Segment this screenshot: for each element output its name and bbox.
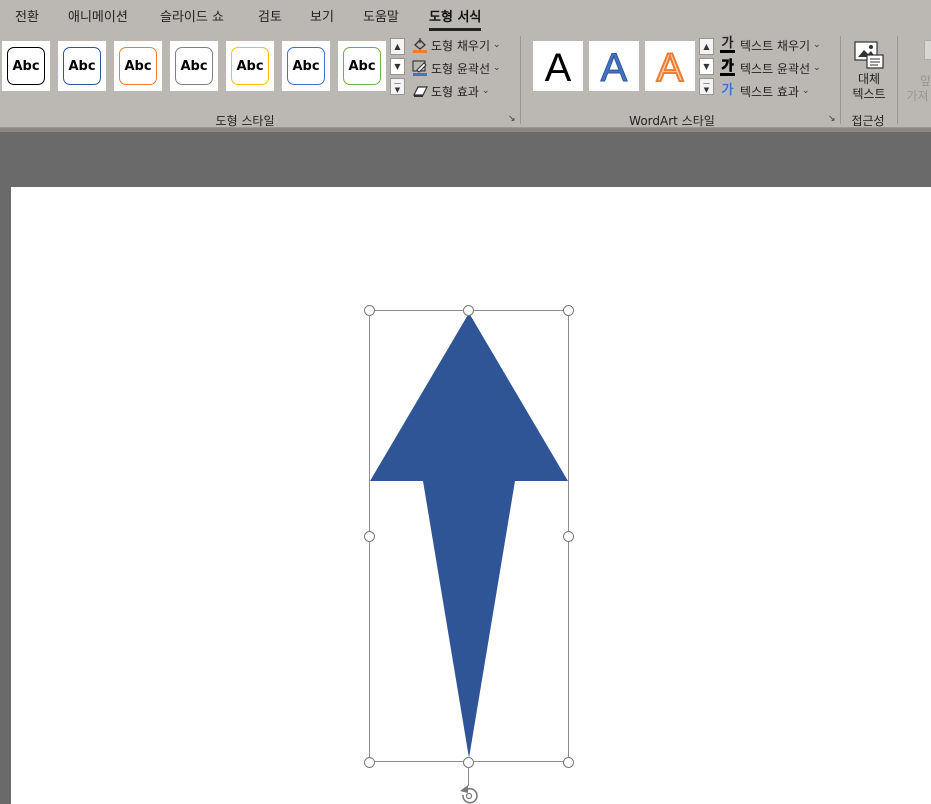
selection-box <box>369 310 569 762</box>
resize-handle-top-left[interactable] <box>364 305 375 316</box>
powerpoint-window: 전환 애니메이션 슬라이드 쇼 검토 보기 도움말 도형 서식 Abc Abc Ab… <box>0 0 931 804</box>
resize-handle-bottom-right[interactable] <box>563 757 574 768</box>
resize-handle-top[interactable] <box>463 305 474 316</box>
resize-handle-top-right[interactable] <box>563 305 574 316</box>
resize-handle-right[interactable] <box>563 531 574 542</box>
rotate-handle-icon[interactable] <box>456 784 482 804</box>
resize-handle-bottom[interactable] <box>463 757 474 768</box>
resize-handle-bottom-left[interactable] <box>364 757 375 768</box>
resize-handle-left[interactable] <box>364 531 375 542</box>
